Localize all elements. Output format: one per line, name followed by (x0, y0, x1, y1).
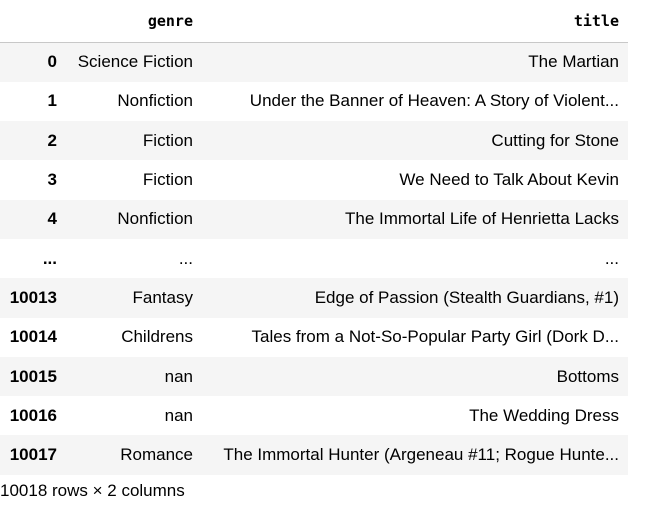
row-index: 10014 (9, 327, 57, 347)
genre-cell: Fiction (142, 170, 193, 190)
genre-cell: Romance (120, 445, 193, 465)
title-cell: The Martian (528, 52, 619, 72)
row-index: 4 (47, 209, 57, 229)
header-row: genre title (0, 0, 628, 43)
title-cell: The Immortal Life of Henrietta Lacks (344, 209, 619, 229)
title-cell: Edge of Passion (Stealth Guardians, #1) (314, 287, 619, 307)
row-index: 3 (47, 170, 57, 190)
title-cell: Under the Banner of Heaven: A Story of V… (249, 91, 619, 111)
row-index: 10017 (9, 445, 57, 465)
row-index: 10013 (9, 287, 57, 307)
row-index: 10015 (9, 366, 57, 386)
dataframe-output: genre title 0 Science Fiction The Martia… (0, 0, 628, 475)
row-index: ... (42, 248, 57, 268)
genre-cell: ... (178, 248, 193, 268)
table-row: 10016 nan The Wedding Dress (0, 396, 628, 436)
title-cell: ... (604, 248, 619, 268)
table-row: 2 Fiction Cutting for Stone (0, 121, 628, 161)
title-cell: The Immortal Hunter (Argeneau #11; Rogue… (223, 445, 619, 465)
table-row: 1 Nonfiction Under the Banner of Heaven:… (0, 81, 628, 122)
table-row: 10017 Romance The Immortal Hunter (Argen… (0, 435, 628, 475)
genre-cell: Science Fiction (77, 52, 193, 72)
table-row: 4 Nonfiction The Immortal Life of Henrie… (0, 199, 628, 239)
table-row: 3 Fiction We Need to Talk About Kevin (0, 160, 628, 200)
title-cell: We Need to Talk About Kevin (399, 170, 619, 190)
index-header (0, 0, 66, 43)
row-index: 1 (47, 91, 57, 111)
row-index: 2 (47, 130, 57, 150)
title-cell: Bottoms (556, 366, 619, 386)
table-row: 10014 Childrens Tales from a Not-So-Popu… (0, 317, 628, 357)
table-row: 10015 nan Bottoms (0, 356, 628, 397)
title-cell: Cutting for Stone (491, 130, 619, 150)
table-row: 10013 Fantasy Edge of Passion (Stealth G… (0, 278, 628, 318)
row-index: 0 (47, 52, 57, 72)
genre-cell: Childrens (121, 327, 193, 347)
genre-cell: Fantasy (132, 287, 193, 307)
title-cell: Tales from a Not-So-Popular Party Girl (… (251, 327, 619, 347)
genre-cell: nan (164, 366, 193, 386)
title-column-header: title (202, 0, 628, 43)
table-row: 0 Science Fiction The Martian (0, 42, 628, 82)
genre-cell: Nonfiction (117, 91, 193, 111)
genre-cell: nan (164, 405, 193, 425)
genre-cell: Fiction (142, 130, 193, 150)
genre-column-header: genre (66, 0, 202, 43)
ellipsis-row: ... ... ... (0, 238, 628, 279)
title-cell: The Wedding Dress (469, 405, 619, 425)
table-shape-footer: 10018 rows × 2 columns (0, 481, 185, 500)
genre-cell: Nonfiction (117, 209, 193, 229)
row-index: 10016 (9, 405, 57, 425)
dataframe-table: genre title 0 Science Fiction The Martia… (0, 0, 628, 475)
